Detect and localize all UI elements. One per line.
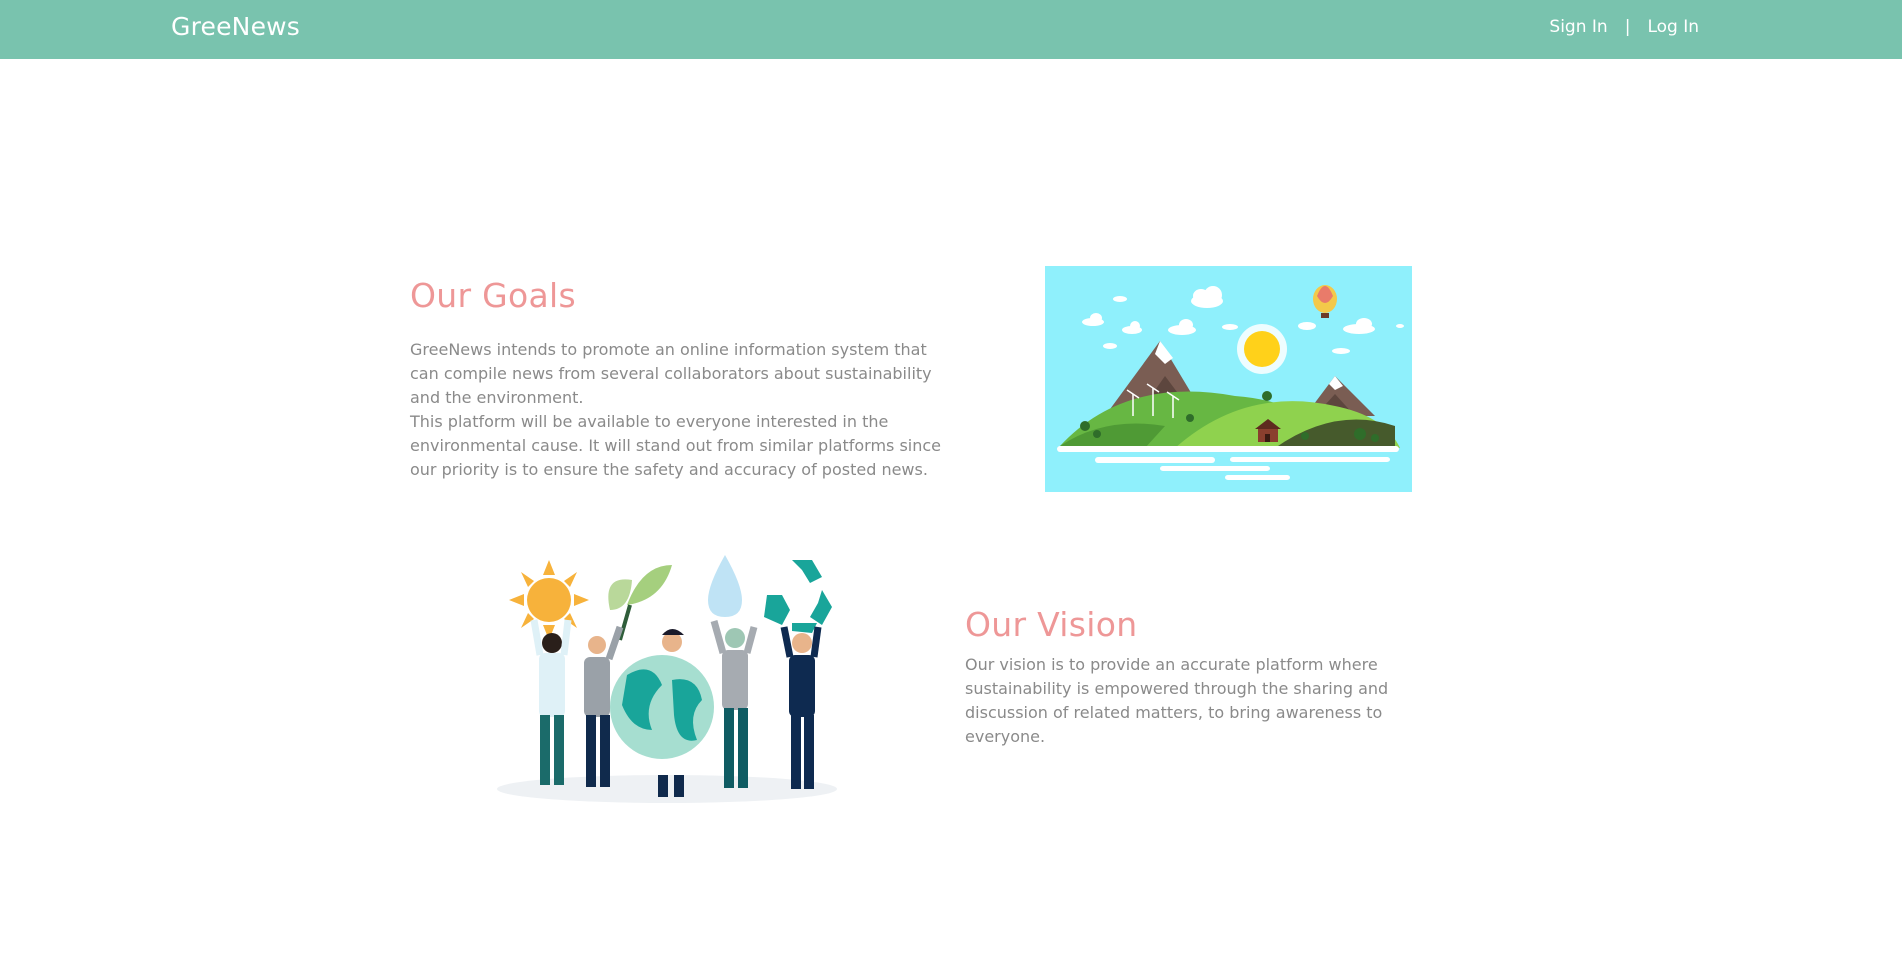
goals-heading: Our Goals [410,276,576,315]
auth-nav: Sign In | Log In [1549,17,1699,37]
brand-logo-link[interactable]: GreeNews [171,12,300,41]
top-navbar: GreeNews Sign In | Log In [0,0,1902,59]
island-landscape-illustration [1045,266,1412,492]
vision-heading: Our Vision [965,605,1138,644]
sign-in-link[interactable]: Sign In [1549,17,1607,37]
goals-paragraph-1: GreeNews intends to promote an online in… [410,340,932,407]
goals-paragraph-2: This platform will be available to every… [410,412,942,479]
log-in-link[interactable]: Log In [1647,17,1699,37]
vision-paragraph: Our vision is to provide an accurate pla… [965,655,1389,746]
people-holding-environment-icons-illustration [492,555,852,807]
nav-separator: | [1624,17,1631,37]
